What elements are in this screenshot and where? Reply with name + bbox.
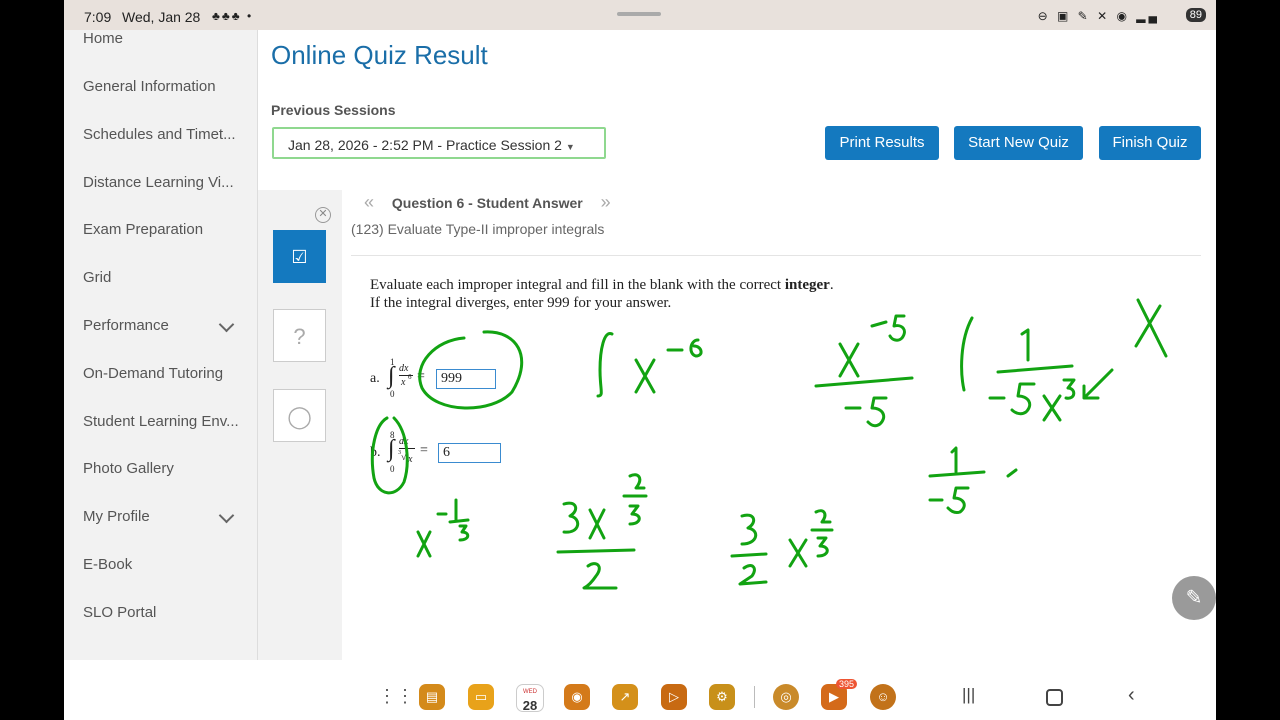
game-app-icon[interactable]: ☺: [870, 684, 896, 710]
camera-app-icon[interactable]: ◉: [564, 684, 590, 710]
android-taskbar: [64, 660, 1216, 720]
settings-gear-icon[interactable]: ⚙: [709, 684, 735, 710]
home-icon[interactable]: [1046, 689, 1063, 706]
taskbar-divider: [754, 686, 755, 708]
pencil-icon: ✎: [1185, 587, 1203, 609]
ink-3x-two-thirds: [556, 473, 648, 590]
ink-circle-a: [418, 330, 524, 410]
ink-circle-b: [370, 416, 409, 495]
reminder-app-icon[interactable]: ↗: [612, 684, 638, 710]
calendar-day: 28: [522, 698, 538, 713]
ink-three-halves-x: [730, 509, 834, 586]
edit-pen-button[interactable]: ✎: [1172, 576, 1216, 620]
files-app-icon[interactable]: ▭: [468, 684, 494, 710]
ink-fraction-1: [988, 328, 1114, 422]
app-drawer-icon[interactable]: ⋮⋮: [378, 686, 414, 707]
ink-paren: [960, 316, 974, 392]
ink-x-5: [814, 314, 914, 428]
calendar-weekday: WED: [523, 689, 537, 695]
chrome-icon[interactable]: ◎: [773, 684, 799, 710]
recents-icon[interactable]: |||: [962, 685, 975, 705]
back-icon[interactable]: ‹: [1128, 684, 1135, 707]
ink-big-x: [1134, 298, 1168, 358]
youtube-badge: 395: [836, 679, 858, 689]
ink-integral: [596, 332, 703, 398]
ink-fraction-2: [928, 446, 1018, 514]
ink-x-neg-third: [416, 498, 470, 558]
notes-app-icon[interactable]: ▤: [419, 684, 445, 710]
play-store-icon[interactable]: ▷: [661, 684, 687, 710]
tablet-screen: 7:09 Wed, Jan 28 ♣♣♣ • ⊖ ▣ ✎ ✕ ◉ ▂▄ 89 H…: [64, 0, 1216, 720]
calendar-app-icon[interactable]: WED 28: [516, 684, 544, 713]
handwriting-overlay: [370, 298, 1168, 590]
